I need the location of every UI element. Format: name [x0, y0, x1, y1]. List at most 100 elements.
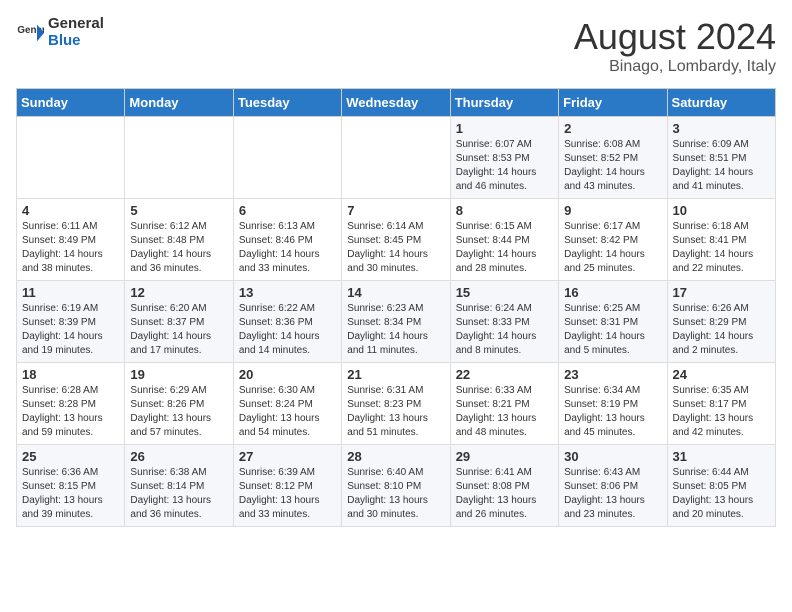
day-info: Sunrise: 6:17 AM Sunset: 8:42 PM Dayligh… [564, 220, 661, 276]
day-info: Sunrise: 6:12 AM Sunset: 8:48 PM Dayligh… [130, 220, 227, 276]
day-number: 10 [673, 203, 770, 218]
day-info: Sunrise: 6:18 AM Sunset: 8:41 PM Dayligh… [673, 220, 770, 276]
page-header: General General Blue August 2024 Binago,… [16, 16, 776, 76]
day-number: 5 [130, 203, 227, 218]
day-number: 24 [673, 367, 770, 382]
day-info: Sunrise: 6:39 AM Sunset: 8:12 PM Dayligh… [239, 466, 336, 522]
calendar-cell: 6 Sunrise: 6:13 AM Sunset: 8:46 PM Daylig… [233, 199, 341, 281]
day-number: 31 [673, 449, 770, 464]
calendar-cell: 16 Sunrise: 6:25 AM Sunset: 8:31 PM Dayli… [559, 281, 667, 363]
weekday-header: Wednesday [342, 89, 450, 117]
day-info: Sunrise: 6:31 AM Sunset: 8:23 PM Dayligh… [347, 384, 444, 440]
day-number: 18 [22, 367, 119, 382]
day-info: Sunrise: 6:26 AM Sunset: 8:29 PM Dayligh… [673, 302, 770, 358]
logo-general-text: General [48, 16, 104, 33]
calendar-week-row: 4 Sunrise: 6:11 AM Sunset: 8:49 PM Daylig… [17, 199, 776, 281]
calendar-week-row: 25 Sunrise: 6:36 AM Sunset: 8:15 PM Dayli… [17, 445, 776, 527]
day-number: 14 [347, 285, 444, 300]
calendar-cell: 5 Sunrise: 6:12 AM Sunset: 8:48 PM Daylig… [125, 199, 233, 281]
day-info: Sunrise: 6:15 AM Sunset: 8:44 PM Dayligh… [456, 220, 553, 276]
weekday-header: Friday [559, 89, 667, 117]
day-info: Sunrise: 6:11 AM Sunset: 8:49 PM Dayligh… [22, 220, 119, 276]
day-number: 30 [564, 449, 661, 464]
calendar-cell: 21Sunrise: 6:31 AM Sunset: 8:23 PM Dayli… [342, 363, 450, 445]
month-year-title: August 2024 [574, 16, 776, 58]
calendar-cell [342, 117, 450, 199]
calendar-cell: 30 Sunrise: 6:43 AM Sunset: 8:06 PM Dayli… [559, 445, 667, 527]
calendar-cell: 23 Sunrise: 6:34 AM Sunset: 8:19 PM Dayli… [559, 363, 667, 445]
calendar-cell: 9 Sunrise: 6:17 AM Sunset: 8:42 PM Daylig… [559, 199, 667, 281]
calendar-cell: 2 Sunrise: 6:08 AM Sunset: 8:52 PM Daylig… [559, 117, 667, 199]
calendar-cell: 17 Sunrise: 6:26 AM Sunset: 8:29 PM Dayli… [667, 281, 775, 363]
calendar-cell: 15Sunrise: 6:24 AM Sunset: 8:33 PM Dayli… [450, 281, 558, 363]
calendar-cell: 10 Sunrise: 6:18 AM Sunset: 8:41 PM Dayli… [667, 199, 775, 281]
calendar-cell: 3 Sunrise: 6:09 AM Sunset: 8:51 PM Daylig… [667, 117, 775, 199]
day-info: Sunrise: 6:13 AM Sunset: 8:46 PM Dayligh… [239, 220, 336, 276]
day-number: 16 [564, 285, 661, 300]
logo: General General Blue [16, 16, 104, 49]
calendar-week-row: 18 Sunrise: 6:28 AM Sunset: 8:28 PM Dayli… [17, 363, 776, 445]
calendar-cell: 4 Sunrise: 6:11 AM Sunset: 8:49 PM Daylig… [17, 199, 125, 281]
calendar-cell: 13Sunrise: 6:22 AM Sunset: 8:36 PM Dayli… [233, 281, 341, 363]
calendar-week-row: 1 Sunrise: 6:07 AM Sunset: 8:53 PM Daylig… [17, 117, 776, 199]
calendar-cell: 8 Sunrise: 6:15 AM Sunset: 8:44 PM Daylig… [450, 199, 558, 281]
day-number: 4 [22, 203, 119, 218]
calendar-cell: 18 Sunrise: 6:28 AM Sunset: 8:28 PM Dayli… [17, 363, 125, 445]
calendar-cell: 22Sunrise: 6:33 AM Sunset: 8:21 PM Dayli… [450, 363, 558, 445]
day-number: 2 [564, 121, 661, 136]
day-info: Sunrise: 6:28 AM Sunset: 8:28 PM Dayligh… [22, 384, 119, 440]
day-number: 17 [673, 285, 770, 300]
day-number: 1 [456, 121, 553, 136]
day-info: Sunrise: 6:34 AM Sunset: 8:19 PM Dayligh… [564, 384, 661, 440]
day-number: 9 [564, 203, 661, 218]
day-info: Sunrise: 6:44 AM Sunset: 8:05 PM Dayligh… [673, 466, 770, 522]
calendar-cell: 27 Sunrise: 6:39 AM Sunset: 8:12 PM Dayli… [233, 445, 341, 527]
day-info: Sunrise: 6:20 AM Sunset: 8:37 PM Dayligh… [130, 302, 227, 358]
weekday-header: Saturday [667, 89, 775, 117]
day-info: Sunrise: 6:08 AM Sunset: 8:52 PM Dayligh… [564, 138, 661, 194]
day-info: Sunrise: 6:40 AM Sunset: 8:10 PM Dayligh… [347, 466, 444, 522]
calendar-cell: 14 Sunrise: 6:23 AM Sunset: 8:34 PM Dayli… [342, 281, 450, 363]
day-number: 19 [130, 367, 227, 382]
day-number: 29 [456, 449, 553, 464]
calendar-cell: 28Sunrise: 6:40 AM Sunset: 8:10 PM Dayli… [342, 445, 450, 527]
calendar-cell: 24 Sunrise: 6:35 AM Sunset: 8:17 PM Dayli… [667, 363, 775, 445]
day-info: Sunrise: 6:24 AM Sunset: 8:33 PM Dayligh… [456, 302, 553, 358]
calendar-cell: 25 Sunrise: 6:36 AM Sunset: 8:15 PM Dayli… [17, 445, 125, 527]
calendar-cell: 20Sunrise: 6:30 AM Sunset: 8:24 PM Dayli… [233, 363, 341, 445]
logo-icon: General [16, 19, 44, 47]
day-info: Sunrise: 6:22 AM Sunset: 8:36 PM Dayligh… [239, 302, 336, 358]
weekday-header: Thursday [450, 89, 558, 117]
location-subtitle: Binago, Lombardy, Italy [574, 58, 776, 76]
day-info: Sunrise: 6:35 AM Sunset: 8:17 PM Dayligh… [673, 384, 770, 440]
day-number: 7 [347, 203, 444, 218]
calendar-cell: 7Sunrise: 6:14 AM Sunset: 8:45 PM Daylig… [342, 199, 450, 281]
calendar-header-row: SundayMondayTuesdayWednesdayThursdayFrid… [17, 89, 776, 117]
day-number: 8 [456, 203, 553, 218]
day-number: 25 [22, 449, 119, 464]
day-info: Sunrise: 6:30 AM Sunset: 8:24 PM Dayligh… [239, 384, 336, 440]
calendar-cell: 11Sunrise: 6:19 AM Sunset: 8:39 PM Dayli… [17, 281, 125, 363]
day-number: 22 [456, 367, 553, 382]
logo-blue-text: Blue [48, 33, 104, 50]
weekday-header: Sunday [17, 89, 125, 117]
day-info: Sunrise: 6:07 AM Sunset: 8:53 PM Dayligh… [456, 138, 553, 194]
calendar-cell: 19Sunrise: 6:29 AM Sunset: 8:26 PM Dayli… [125, 363, 233, 445]
day-info: Sunrise: 6:23 AM Sunset: 8:34 PM Dayligh… [347, 302, 444, 358]
day-number: 27 [239, 449, 336, 464]
calendar-cell: 1 Sunrise: 6:07 AM Sunset: 8:53 PM Daylig… [450, 117, 558, 199]
calendar-cell: 31 Sunrise: 6:44 AM Sunset: 8:05 PM Dayli… [667, 445, 775, 527]
day-number: 3 [673, 121, 770, 136]
day-number: 26 [130, 449, 227, 464]
calendar-cell [125, 117, 233, 199]
calendar-cell: 26Sunrise: 6:38 AM Sunset: 8:14 PM Dayli… [125, 445, 233, 527]
day-info: Sunrise: 6:25 AM Sunset: 8:31 PM Dayligh… [564, 302, 661, 358]
calendar-cell: 12Sunrise: 6:20 AM Sunset: 8:37 PM Dayli… [125, 281, 233, 363]
weekday-header: Tuesday [233, 89, 341, 117]
day-info: Sunrise: 6:09 AM Sunset: 8:51 PM Dayligh… [673, 138, 770, 194]
day-info: Sunrise: 6:36 AM Sunset: 8:15 PM Dayligh… [22, 466, 119, 522]
weekday-header: Monday [125, 89, 233, 117]
day-number: 6 [239, 203, 336, 218]
day-info: Sunrise: 6:43 AM Sunset: 8:06 PM Dayligh… [564, 466, 661, 522]
day-number: 23 [564, 367, 661, 382]
